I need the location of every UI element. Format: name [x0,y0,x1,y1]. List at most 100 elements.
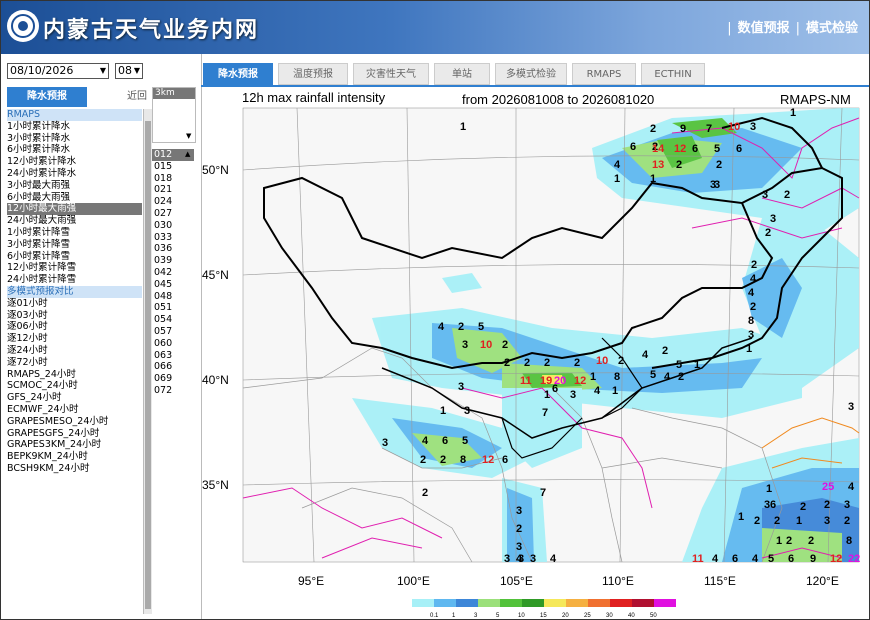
station-value: 1 [544,389,550,401]
product-list-scrollbar[interactable] [143,109,152,614]
product-list-item[interactable]: 12小时累计降雪 [7,262,142,274]
lead-time-item[interactable]: 015 [152,161,194,173]
legend-tick-label: 0.1 [430,613,439,619]
lead-time-item[interactable]: 072 [152,385,194,397]
lead-time-item[interactable]: 021 [152,184,194,196]
date-select[interactable]: 08/10/2026 ▼ [7,63,109,79]
top-nav: | 数值预报 | 模式检验 [726,17,863,36]
lead-time-item[interactable]: 018 [152,173,194,185]
hour-select[interactable]: 08 ▼ [115,63,143,79]
station-value: 5 [462,435,468,447]
lead-time-item[interactable]: 036 [152,243,194,255]
station-value: 11 [520,375,532,387]
tab-5[interactable]: RMAPS [572,63,636,85]
product-list-item[interactable]: 3小时累计降水 [7,133,142,145]
station-value: 10 [480,339,492,351]
lead-time-item[interactable]: 027 [152,208,194,220]
product-list-item[interactable]: GFS_24小时 [7,392,142,404]
product-list-item[interactable]: 24小时累计降雪 [7,274,142,286]
product-list-item[interactable]: 12小时累计降水 [7,156,142,168]
product-list-item[interactable]: 6小时最大雨强 [7,192,142,204]
lead-time-item[interactable]: 057 [152,326,194,338]
legend-swatch [588,599,610,607]
legend-swatch [500,599,522,607]
lead-time-item[interactable]: 024 [152,196,194,208]
scroll-down-icon[interactable]: ▼ [186,132,191,140]
level-item-selected[interactable]: 3km [153,88,195,99]
station-value: 3 [748,329,754,341]
tab-2[interactable]: 灾害性天气 [353,63,429,85]
lead-time-item[interactable]: 060 [152,338,194,350]
tab-recent[interactable]: 近回 [89,87,147,107]
tab-4[interactable]: 多模式检验 [495,63,567,85]
product-list-item[interactable]: 12小时最大雨强 [7,203,142,216]
legend-swatch [610,599,632,607]
product-list-item[interactable]: 24小时累计降水 [7,168,142,180]
station-value: 3 [844,499,850,511]
lon-label-110: 110°E [602,574,634,588]
station-value: 10 [728,121,740,133]
lead-time-item[interactable]: 045 [152,279,194,291]
product-list-item[interactable]: ECMWF_24小时 [7,404,142,416]
product-list-item[interactable]: 逐72小时 [7,357,142,369]
product-list-item[interactable]: GRAPESGFS_24小时 [7,428,142,440]
product-list-item[interactable]: 24小时最大雨强 [7,215,142,227]
product-list-item[interactable]: RMAPS_24小时 [7,369,142,381]
product-list-item[interactable]: 1小时累计降雪 [7,227,142,239]
lead-time-item[interactable]: 054 [152,314,194,326]
tab-0[interactable]: 降水预报 [203,63,273,85]
chevron-down-icon: ▼ [99,66,106,75]
lead-time-item[interactable]: 042 [152,267,194,279]
lead-time-item[interactable]: 066 [152,361,194,373]
station-value: 2 [524,357,530,369]
lead-time-item[interactable]: 048 [152,291,194,303]
lead-time-item[interactable]: 033 [152,232,194,244]
lead-time-item[interactable]: 063 [152,350,194,362]
lead-time-item[interactable]: 030 [152,220,194,232]
product-list-item[interactable]: 逐03小时 [7,310,142,322]
product-list-item[interactable]: 逐01小时 [7,298,142,310]
product-list-item[interactable]: BEPK9KM_24小时 [7,451,142,463]
product-list-item[interactable]: 逐12小时 [7,333,142,345]
product-group-header[interactable]: 多模式预报对比 [7,285,142,298]
product-list-item[interactable]: 3小时最大雨强 [7,180,142,192]
station-value: 7 [540,487,546,499]
station-value: 6 [770,499,776,511]
lead-time-item[interactable]: 069 [152,373,194,385]
lead-time-item[interactable]: 051 [152,302,194,314]
nav-model-verification[interactable]: 模式检验 [801,21,863,36]
product-list-item[interactable]: 1小时累计降水 [7,121,142,133]
station-value: 2 [440,454,446,466]
station-value: 3 [762,189,768,201]
product-list-item[interactable]: GRAPES3KM_24小时 [7,439,142,451]
map-title-model: RMAPS-NM [780,92,851,107]
tab-3[interactable]: 单站 [434,63,490,85]
product-list-item[interactable]: 逐24小时 [7,345,142,357]
tab-6[interactable]: ECTHIN [641,63,705,85]
product-list-item[interactable]: BCSH9KM_24小时 [7,463,142,475]
scroll-up-icon[interactable]: ▲ [185,149,190,161]
station-value: 2 [751,259,757,271]
product-list-item[interactable]: 6小时累计降雪 [7,251,142,263]
product-list-item[interactable]: SCMOC_24小时 [7,380,142,392]
product-list-item[interactable]: GRAPESMESO_24小时 [7,416,142,428]
legend-tick-label: 25 [584,613,591,619]
legend-tick-label: 30 [606,613,613,619]
station-value: 2 [458,321,464,333]
station-value: 1 [776,535,782,547]
station-value: 4 [516,553,523,565]
station-value: 2 [800,501,806,513]
product-list-item[interactable]: 3小时累计降雪 [7,239,142,251]
station-value: 12 [482,454,494,466]
legend-swatch [566,599,588,607]
legend-swatch [434,599,456,607]
tab-precip-forecast[interactable]: 降水预报 [7,87,87,107]
lead-time-item[interactable]: 039 [152,255,194,267]
scrollbar-thumb[interactable] [145,121,151,609]
station-value: 2 [774,515,780,527]
nav-numerical-forecast[interactable]: 数值预报 [733,21,795,36]
product-group-header[interactable]: RMAPS [7,109,142,121]
product-list-item[interactable]: 逐06小时 [7,321,142,333]
product-list-item[interactable]: 6小时累计降水 [7,144,142,156]
tab-1[interactable]: 温度预报 [278,63,348,85]
